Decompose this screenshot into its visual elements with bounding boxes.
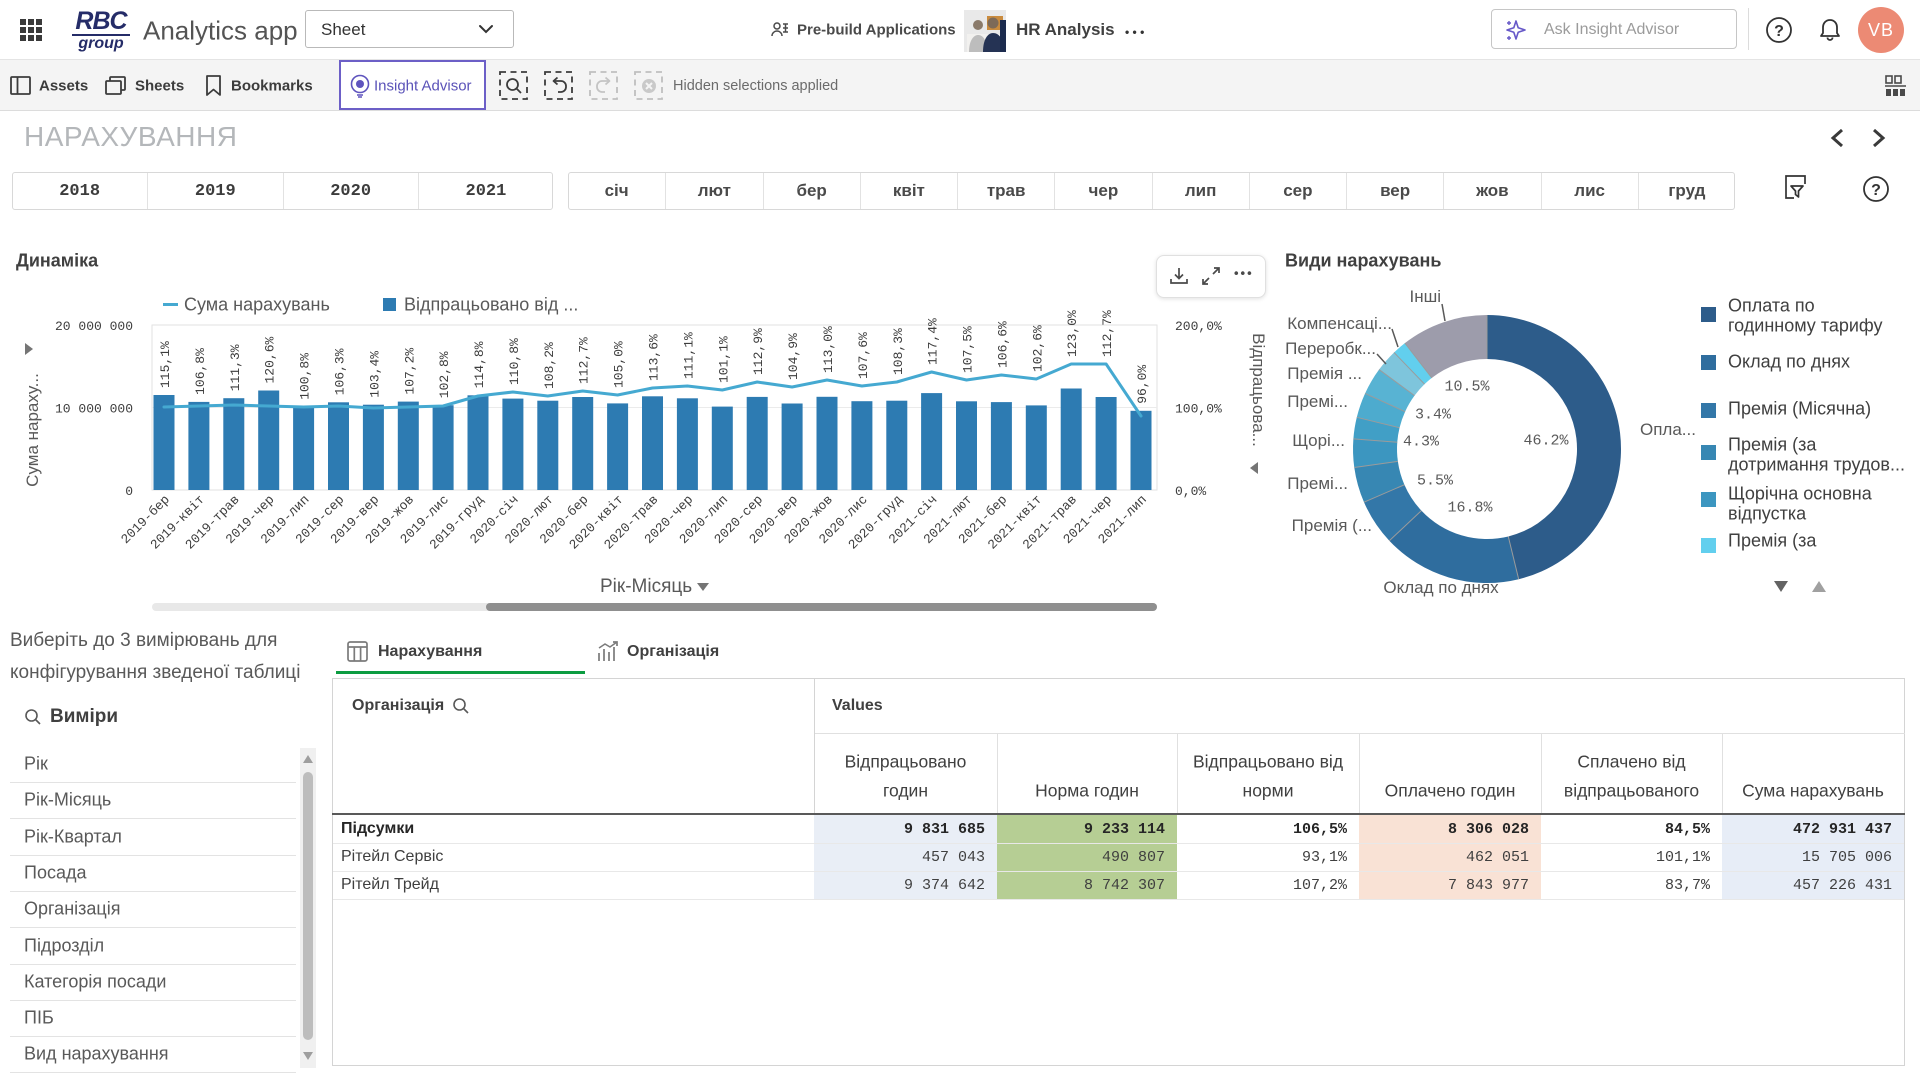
svg-text:112,9%: 112,9% [751,328,766,375]
svg-text:200,0%: 200,0% [1175,319,1222,334]
svg-text:120,6%: 120,6% [263,336,278,383]
svg-text:?: ? [1871,182,1881,199]
svg-text:Відпрацьова...: Відпрацьова... [1249,333,1268,447]
svg-text:107,5%: 107,5% [961,326,976,373]
svg-text:103,4%: 103,4% [367,351,382,398]
svg-text:20 000 000: 20 000 000 [55,319,133,334]
svg-text:100,8%: 100,8% [298,353,313,400]
svg-text:111,3%: 111,3% [228,344,243,391]
svg-text:108,2%: 108,2% [542,342,557,389]
svg-text:117,4%: 117,4% [926,318,941,365]
svg-text:100,0%: 100,0% [1175,402,1222,417]
svg-text:108,3%: 108,3% [891,328,906,375]
svg-text:10 000 000: 10 000 000 [55,402,133,417]
svg-text:?: ? [1774,23,1784,40]
svg-text:102,8%: 102,8% [437,351,452,398]
svg-text:107,2%: 107,2% [402,348,417,395]
svg-text:96,0%: 96,0% [1135,365,1150,404]
svg-text:106,3%: 106,3% [333,348,348,395]
svg-text:110,8%: 110,8% [507,338,522,385]
svg-text:101,1%: 101,1% [716,336,731,383]
svg-text:106,8%: 106,8% [193,348,208,395]
svg-text:123,0%: 123,0% [1065,310,1080,357]
svg-text:112,7%: 112,7% [577,337,592,384]
svg-text:112,7%: 112,7% [1100,310,1115,357]
svg-text:105,0%: 105,0% [612,341,627,388]
svg-text:0: 0 [125,484,133,499]
svg-text:115,1%: 115,1% [158,341,173,388]
svg-text:113,6%: 113,6% [647,334,662,381]
svg-text:114,8%: 114,8% [472,341,487,388]
svg-text:107,6%: 107,6% [856,332,871,379]
svg-text:111,1%: 111,1% [681,332,696,379]
svg-text:104,9%: 104,9% [786,333,801,380]
svg-text:106,6%: 106,6% [995,321,1010,368]
svg-text:113,0%: 113,0% [821,326,836,373]
svg-text:102,6%: 102,6% [1030,325,1045,372]
svg-text:Сума нараху...: Сума нараху... [23,373,42,487]
svg-text:0,0%: 0,0% [1175,484,1206,499]
